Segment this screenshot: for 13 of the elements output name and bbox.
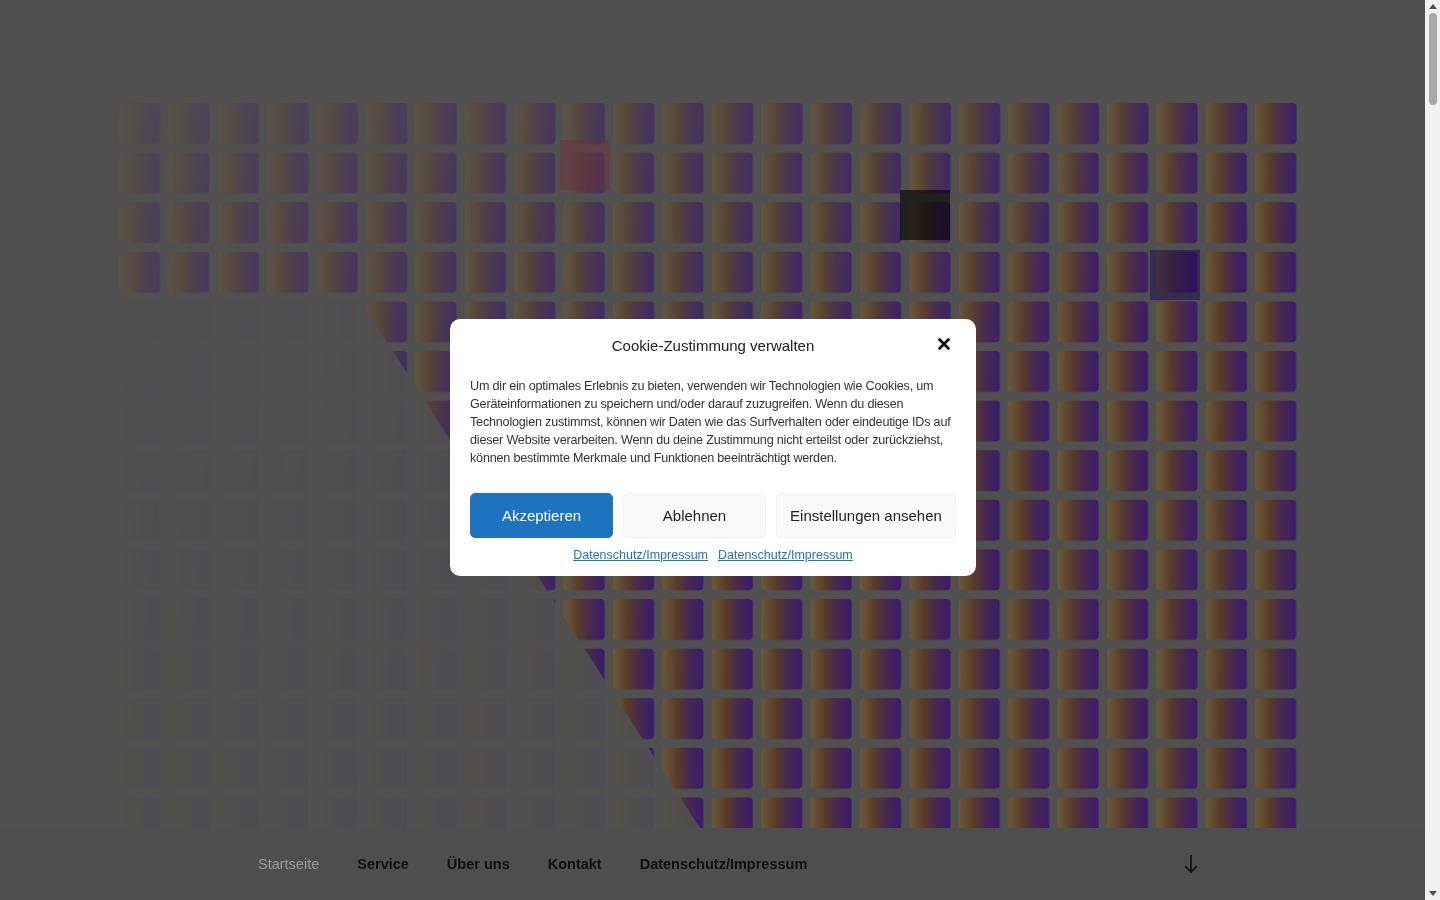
privacy-link[interactable]: Datenschutz/Impressum — [573, 548, 708, 562]
close-icon[interactable] — [937, 337, 951, 351]
consent-text: Um dir ein optimales Erlebnis zu bieten, verwenden wir Technologien wie Cookies, um Geräteinformationen zu speichern und/oder darauf zuzugreifen. Wenn du diesen Technologien zustimmst, können wir Daten wie das Surfverhalten oder eindeutige IDs auf dieser Website verarbeiten. Wenn du deine Zustimmung nicht erteilst oder zurückziehst, können bestimmte Merkmale und Funktionen beeinträchtigt werden. — [470, 378, 952, 467]
scrollbar-thumb[interactable] — [1428, 13, 1437, 105]
dialog-button[interactable]: Einstellungen ansehen — [776, 493, 956, 538]
scroll-down-icon[interactable] — [1428, 891, 1437, 896]
scrollbar[interactable] — [1425, 0, 1440, 900]
accept-button[interactable]: Akzeptieren — [470, 493, 613, 538]
dialog-button[interactable]: Ablehnen — [623, 493, 766, 538]
nav-link[interactable]: Startseite — [258, 856, 320, 872]
dialog-title: Cookie-Zustimmung verwalten — [611, 336, 815, 354]
scroll-up-icon[interactable] — [1428, 4, 1437, 9]
privacy-link[interactable]: Datenschutz/Impressum — [718, 548, 853, 562]
